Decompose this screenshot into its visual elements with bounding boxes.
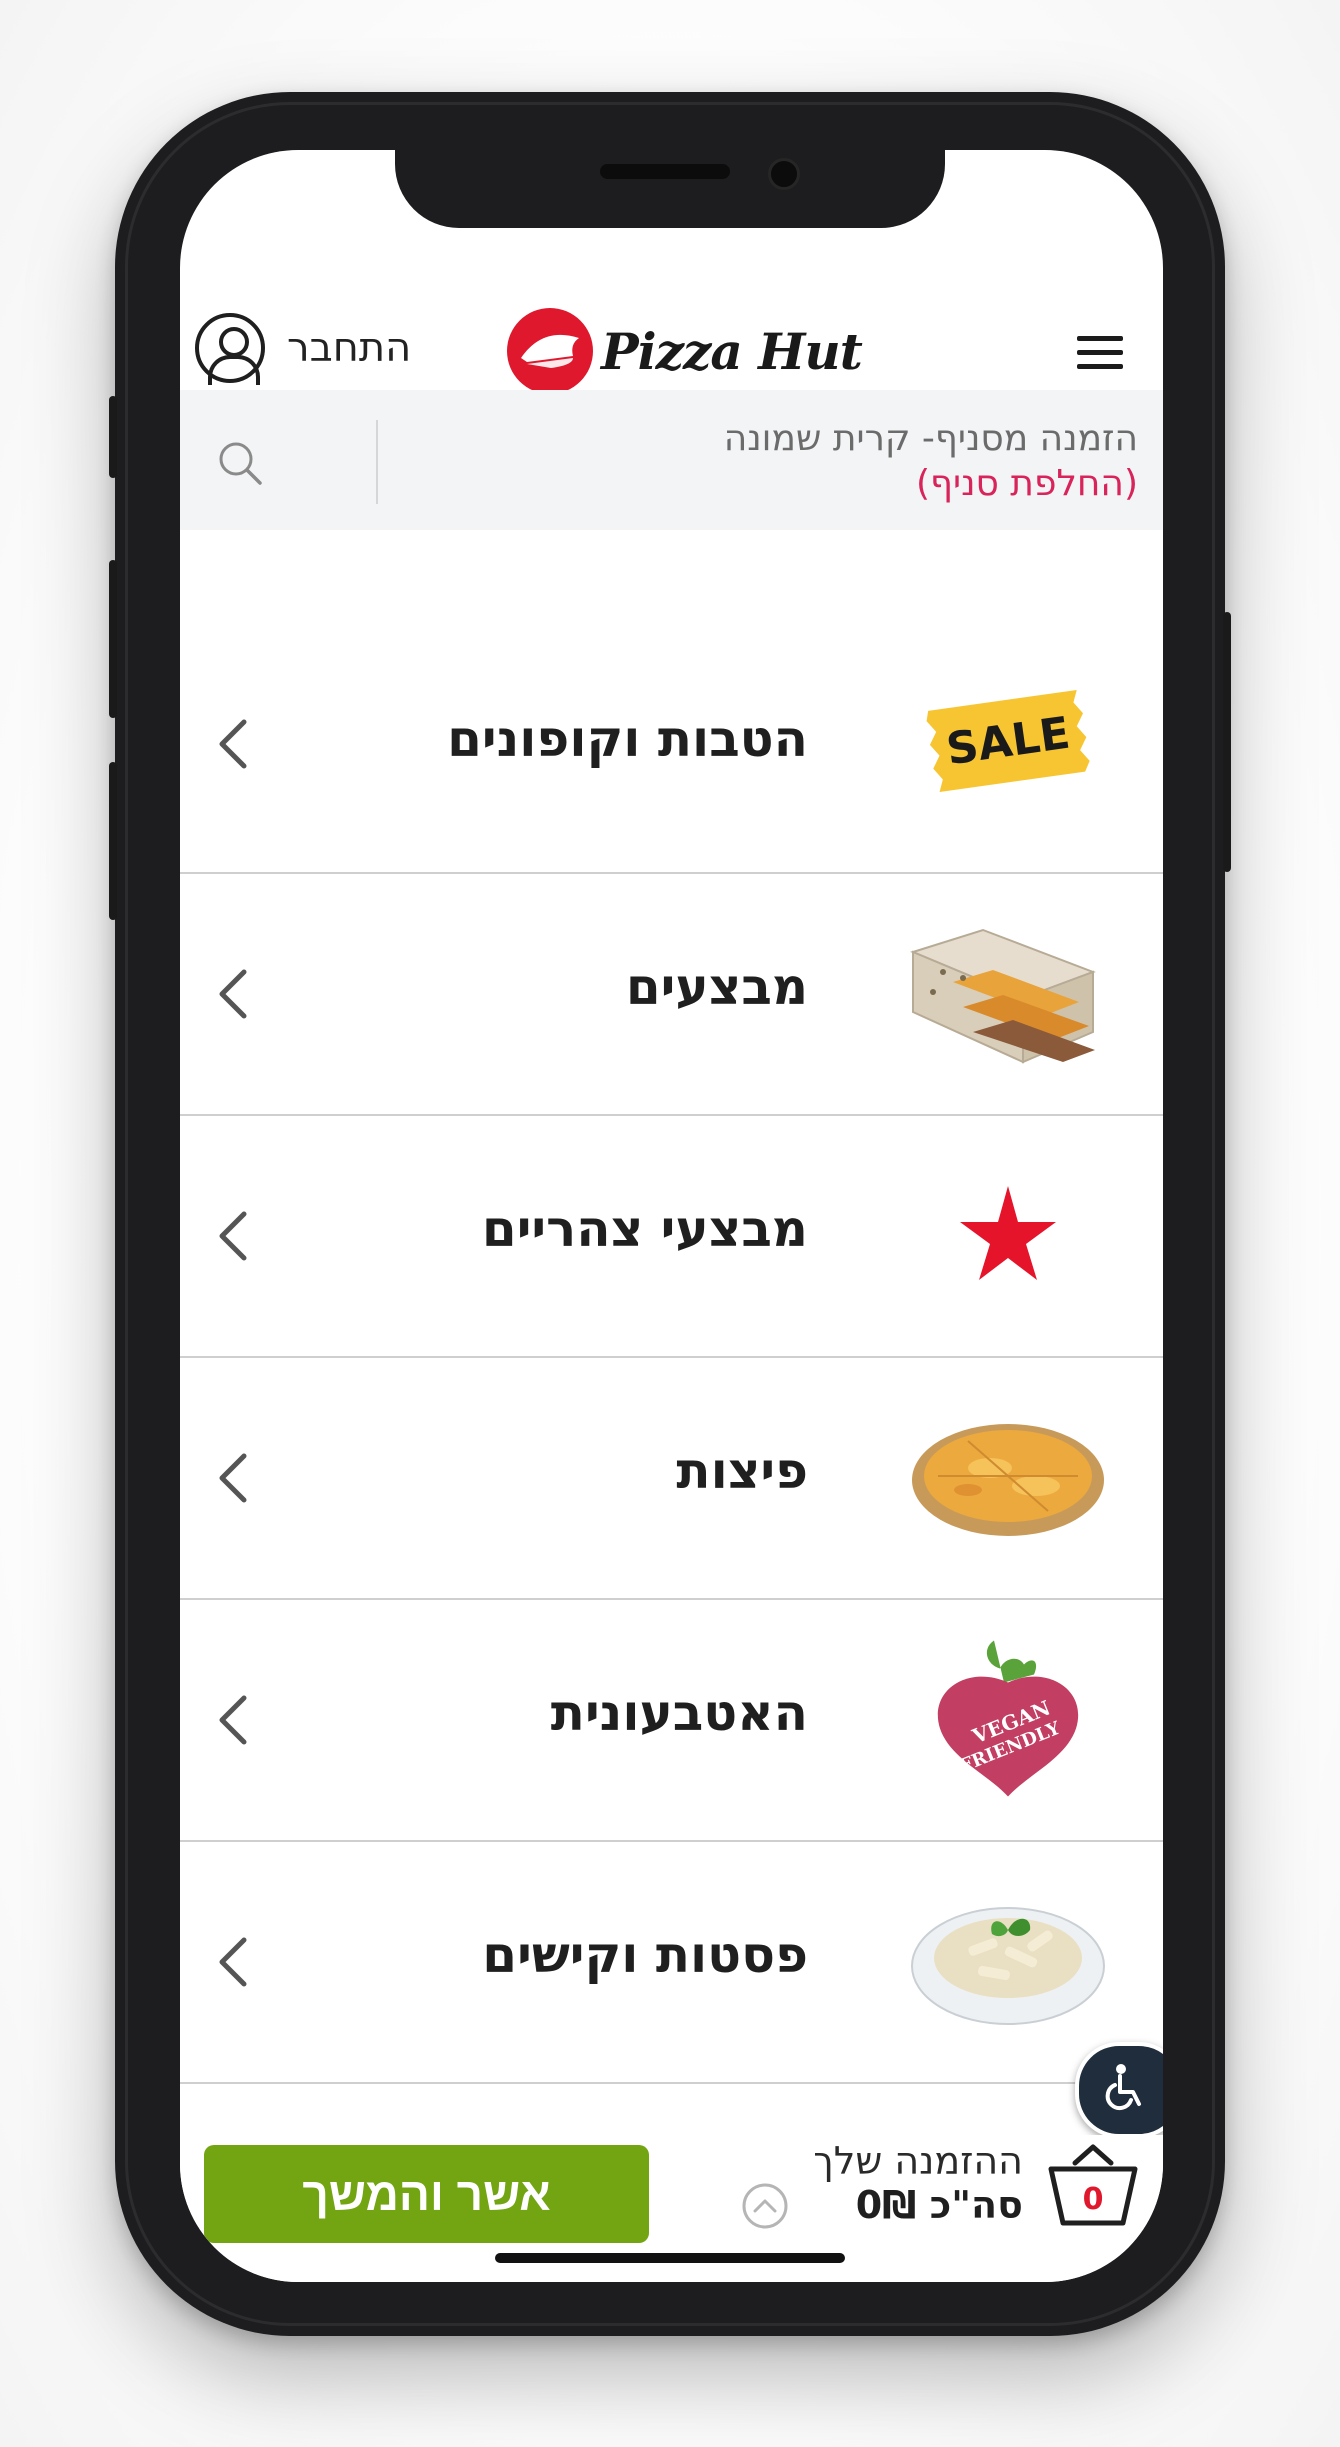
chevron-left-icon: [219, 1937, 247, 1987]
category-item-vegan[interactable]: האטבעונית VEGAN FRIENDLY: [180, 1600, 1163, 1842]
top-header: התחבר Pizza Hut: [180, 278, 1163, 394]
pizza-boxes-image: [910, 928, 1096, 1064]
user-icon: [195, 313, 265, 385]
category-item-deals[interactable]: מבצעים: [180, 874, 1163, 1116]
phone-screen: התחבר Pizza Hut הזמנה מסניף- קרית שמונה …: [180, 150, 1163, 2282]
category-item-lunch-deals[interactable]: מבצעי צהריים: [180, 1116, 1163, 1358]
category-item-pastas-quiches[interactable]: פסטות וקישים: [180, 1842, 1163, 2084]
branch-bar: הזמנה מסניף- קרית שמונה (החלפת סניף): [180, 390, 1163, 530]
category-label: מבצעי צהריים: [481, 1200, 808, 1258]
category-label: פסטות וקישים: [482, 1926, 808, 1984]
accessibility-button[interactable]: [1075, 2042, 1163, 2138]
category-label: האטבעונית: [550, 1684, 808, 1742]
pizza-hut-roof-icon: [507, 308, 593, 394]
login-label: התחבר: [287, 325, 412, 371]
mute-switch: [109, 396, 117, 478]
chevron-left-icon: [219, 1695, 247, 1745]
notch: [395, 150, 945, 228]
chevron-left-icon: [219, 1453, 247, 1503]
category-item-deals-coupons[interactable]: הטבות וקופונים SALE: [180, 650, 1163, 874]
brand-name: Pizza Hut: [601, 321, 863, 381]
red-star-icon: [960, 1186, 1056, 1280]
pasta-bowl-image: [911, 1907, 1105, 2025]
camera: [768, 158, 800, 190]
sale-tag-icon: SALE: [926, 689, 1090, 793]
order-total: סה"כ 0₪: [855, 2183, 1023, 2227]
wheelchair-icon: [1105, 2064, 1141, 2111]
chevron-up-circle-icon[interactable]: [740, 2181, 790, 2231]
category-label: מבצעים: [625, 958, 808, 1016]
current-branch: הזמנה מסניף- קרית שמונה: [723, 418, 1138, 459]
chevron-left-icon: [219, 1211, 247, 1261]
branch-info: הזמנה מסניף- קרית שמונה (החלפת סניף): [724, 418, 1138, 504]
chevron-left-icon: [219, 969, 247, 1019]
cart-count: 0: [1082, 2182, 1104, 2217]
vegan-friendly-beet-icon: VEGAN FRIENDLY: [937, 1640, 1079, 1797]
divider: [376, 420, 378, 504]
basket-button[interactable]: 0: [1043, 2135, 1143, 2235]
volume-down-button: [109, 762, 117, 920]
confirm-continue-button[interactable]: אשר והמשך: [204, 2145, 649, 2243]
order-summary[interactable]: ההזמנה שלך סה"כ 0₪: [813, 2139, 1023, 2227]
order-title: ההזמנה שלך: [813, 2139, 1023, 2183]
change-branch-link[interactable]: (החלפת סניף): [724, 463, 1138, 504]
category-label: פיצות: [676, 1442, 808, 1500]
search-icon[interactable]: [215, 438, 265, 488]
device-mockup: התחבר Pizza Hut הזמנה מסניף- קרית שמונה …: [0, 0, 1340, 2447]
category-list: הטבות וקופונים SALE מבצעים מבצעי צהריים …: [180, 650, 1163, 2282]
pizza-hut-logo[interactable]: Pizza Hut: [507, 308, 863, 394]
pizza-image: [912, 1424, 1104, 1536]
speaker: [600, 164, 730, 179]
home-indicator: [495, 2253, 845, 2263]
menu-icon[interactable]: [1077, 336, 1123, 370]
login-button[interactable]: התחבר: [195, 308, 411, 388]
category-label: הטבות וקופונים: [447, 710, 808, 768]
category-item-pizzas[interactable]: פיצות: [180, 1358, 1163, 1600]
chevron-left-icon: [219, 719, 247, 769]
volume-up-button: [109, 560, 117, 718]
power-button: [1223, 612, 1231, 872]
